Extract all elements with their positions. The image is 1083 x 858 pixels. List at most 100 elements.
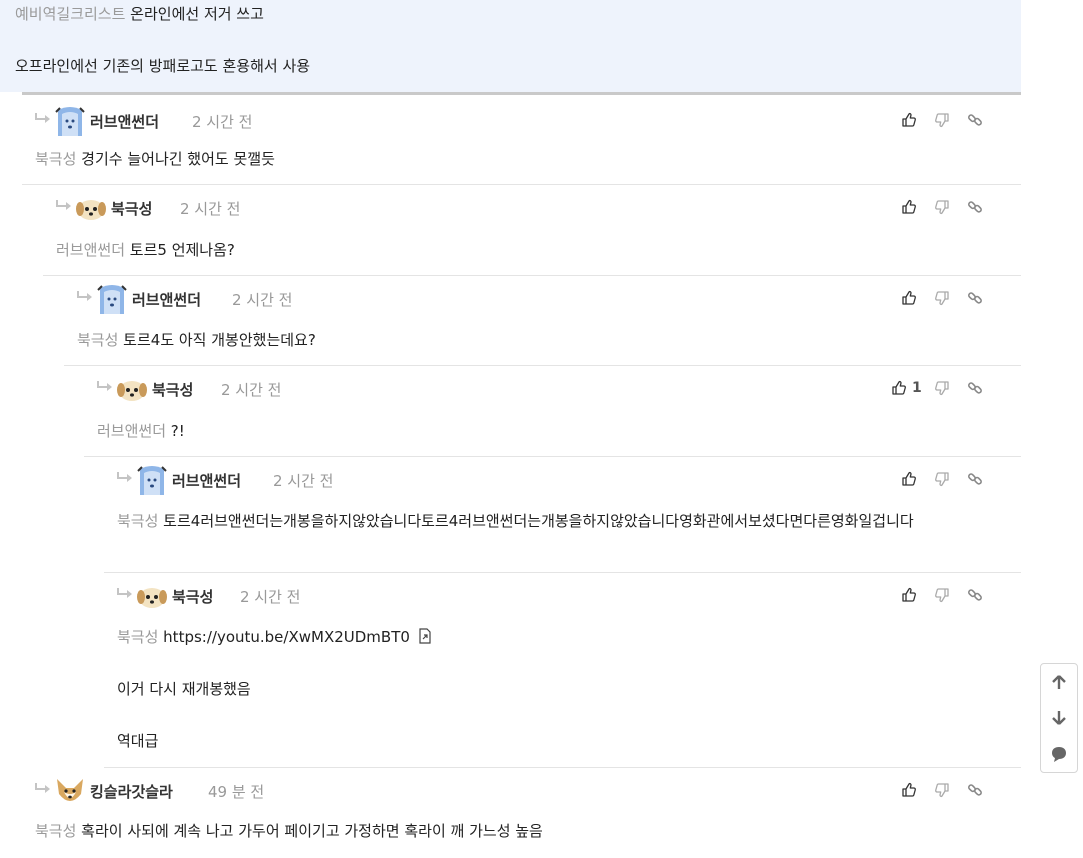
- divider: [22, 92, 1021, 95]
- comment-text: 경기수 늘어나긴 했어도 못깰듯: [76, 150, 275, 168]
- comment-actions: [901, 286, 1011, 310]
- reply-arrow-icon: [55, 199, 73, 213]
- mention-tag[interactable]: 북극성: [35, 822, 76, 840]
- comment-item: 북극성 2 시간 전 1 러브앤썬더 ?!: [84, 366, 1021, 457]
- mention-tag[interactable]: 러브앤썬더: [56, 241, 125, 259]
- like-button[interactable]: 1: [891, 376, 922, 400]
- comment-body: 북극성 혹라이 사되에 계속 나고 가두어 페이기고 가정하면 혹라이 깨 가느…: [35, 818, 1011, 844]
- mention-tag[interactable]: 러브앤썬더: [97, 422, 166, 440]
- link-button[interactable]: [967, 195, 983, 219]
- quote-line-1: 예비역길크리스트 온라인에선 저거 쓰고: [15, 3, 264, 24]
- comment-item: 북극성 2 시간 전 북극성 https://youtu.be/XwMX2UDm…: [104, 573, 1021, 768]
- timestamp: 2 시간 전: [240, 588, 301, 606]
- reply-arrow-icon: [116, 587, 134, 601]
- link-button[interactable]: [967, 583, 983, 607]
- avatar[interactable]: [136, 581, 168, 613]
- reply-arrow-icon: [34, 782, 52, 796]
- reply-arrow-icon: [76, 290, 94, 304]
- quote-line-2: 오프라인에선 기존의 방패로고도 혼용해서 사용: [15, 57, 311, 75]
- reply-arrow-icon: [96, 380, 114, 394]
- timestamp: 49 분 전: [208, 783, 265, 801]
- comment-body: 북극성 경기수 늘어나긴 했어도 못깰듯: [35, 146, 1011, 172]
- comment-body: 러브앤썬더 토르5 언제나옴?: [56, 237, 1011, 263]
- avatar[interactable]: [75, 193, 107, 225]
- dislike-button[interactable]: [934, 286, 950, 310]
- comment-link[interactable]: https://youtu.be/XwMX2UDmBT0: [158, 628, 410, 646]
- reply-arrow-icon: [116, 471, 134, 485]
- comment-body: 러브앤썬더 ?!: [97, 418, 1011, 444]
- comment-body: 북극성 토르4도 아직 개봉안했는데요?: [77, 327, 1011, 353]
- thumbs-down-icon: [934, 112, 950, 128]
- dislike-button[interactable]: [934, 376, 950, 400]
- comment-text: 이거 다시 재개봉했음: [117, 680, 251, 698]
- comment-item: 러브앤썬더 2 시간 전 북극성 토르4도 아직 개봉안했는데요?: [64, 276, 1021, 366]
- comment-actions: [901, 108, 1011, 132]
- avatar[interactable]: [116, 374, 148, 406]
- comment-body: 북극성 https://youtu.be/XwMX2UDmBT0 이거 다시 재…: [117, 624, 1011, 754]
- link-button[interactable]: [967, 376, 983, 400]
- avatar[interactable]: [54, 776, 86, 808]
- username[interactable]: 러브앤썬더: [90, 111, 159, 132]
- external-link-icon[interactable]: [418, 628, 432, 644]
- arrow-down-icon[interactable]: [1050, 709, 1068, 727]
- like-button[interactable]: [901, 108, 917, 132]
- like-button[interactable]: [901, 467, 917, 491]
- dislike-button[interactable]: [934, 583, 950, 607]
- link-button[interactable]: [967, 108, 983, 132]
- username[interactable]: 러브앤썬더: [132, 289, 201, 310]
- comment-item: 킹슬라갓슬라 49 분 전 북극성 혹라이 사되에 계속 나고 가두어 페이기고…: [22, 768, 1021, 858]
- link-button[interactable]: [967, 778, 983, 802]
- timestamp: 2 시간 전: [232, 291, 293, 309]
- link-button[interactable]: [967, 467, 983, 491]
- mention-tag[interactable]: 북극성: [77, 331, 118, 349]
- dislike-button[interactable]: [934, 778, 950, 802]
- comment-text: 토르4도 아직 개봉안했는데요?: [118, 331, 316, 349]
- thumbs-up-icon: [901, 587, 917, 603]
- link-icon: [967, 199, 983, 215]
- thumbs-down-icon: [934, 587, 950, 603]
- username[interactable]: 러브앤썬더: [172, 470, 241, 491]
- thumbs-up-icon: [901, 471, 917, 487]
- thumbs-down-icon: [934, 471, 950, 487]
- comment-actions: [901, 778, 1011, 802]
- like-button[interactable]: [901, 583, 917, 607]
- quote-text: 온라인에선 저거 쓰고: [125, 5, 264, 23]
- comment-text: 역대급: [117, 732, 159, 750]
- mention-tag[interactable]: 북극성: [117, 512, 158, 530]
- username[interactable]: 북극성: [152, 379, 193, 400]
- mention-tag[interactable]: 북극성: [35, 150, 76, 168]
- timestamp: 2 시간 전: [221, 381, 282, 399]
- dislike-button[interactable]: [934, 195, 950, 219]
- like-button[interactable]: [901, 195, 917, 219]
- comment-actions: 1: [891, 376, 1011, 400]
- avatar[interactable]: [54, 106, 86, 138]
- mention-tag[interactable]: 북극성: [117, 628, 158, 646]
- dislike-button[interactable]: [934, 108, 950, 132]
- comment-item: 러브앤썬더 2 시간 전 북극성 경기수 늘어나긴 했어도 못깰듯: [22, 98, 1021, 185]
- thumbs-up-icon: [901, 290, 917, 306]
- like-button[interactable]: [901, 778, 917, 802]
- avatar[interactable]: [136, 465, 168, 497]
- dislike-button[interactable]: [934, 467, 950, 491]
- link-button[interactable]: [967, 286, 983, 310]
- avatar[interactable]: [96, 284, 128, 316]
- username[interactable]: 북극성: [111, 198, 152, 219]
- like-button[interactable]: [901, 286, 917, 310]
- comment-text: 혹라이 사되에 계속 나고 가두어 페이기고 가정하면 혹라이 깨 가느성 높음: [76, 822, 543, 840]
- comment-actions: [901, 467, 1011, 491]
- username[interactable]: 북극성: [172, 586, 213, 607]
- link-icon: [967, 380, 983, 396]
- comment-bubble-icon[interactable]: [1050, 745, 1068, 763]
- thumbs-up-icon: [901, 199, 917, 215]
- username[interactable]: 킹슬라갓슬라: [90, 781, 173, 802]
- mention-tag[interactable]: 예비역길크리스트: [15, 5, 125, 23]
- thumbs-up-icon: [901, 112, 917, 128]
- comment-text: 토르5 언제나옴?: [125, 241, 235, 259]
- like-count: 1: [912, 380, 922, 396]
- scroll-widget: [1040, 663, 1078, 773]
- link-icon: [967, 290, 983, 306]
- arrow-up-icon[interactable]: [1050, 673, 1068, 691]
- thumbs-up-icon: [901, 782, 917, 798]
- link-icon: [967, 782, 983, 798]
- thumbs-down-icon: [934, 782, 950, 798]
